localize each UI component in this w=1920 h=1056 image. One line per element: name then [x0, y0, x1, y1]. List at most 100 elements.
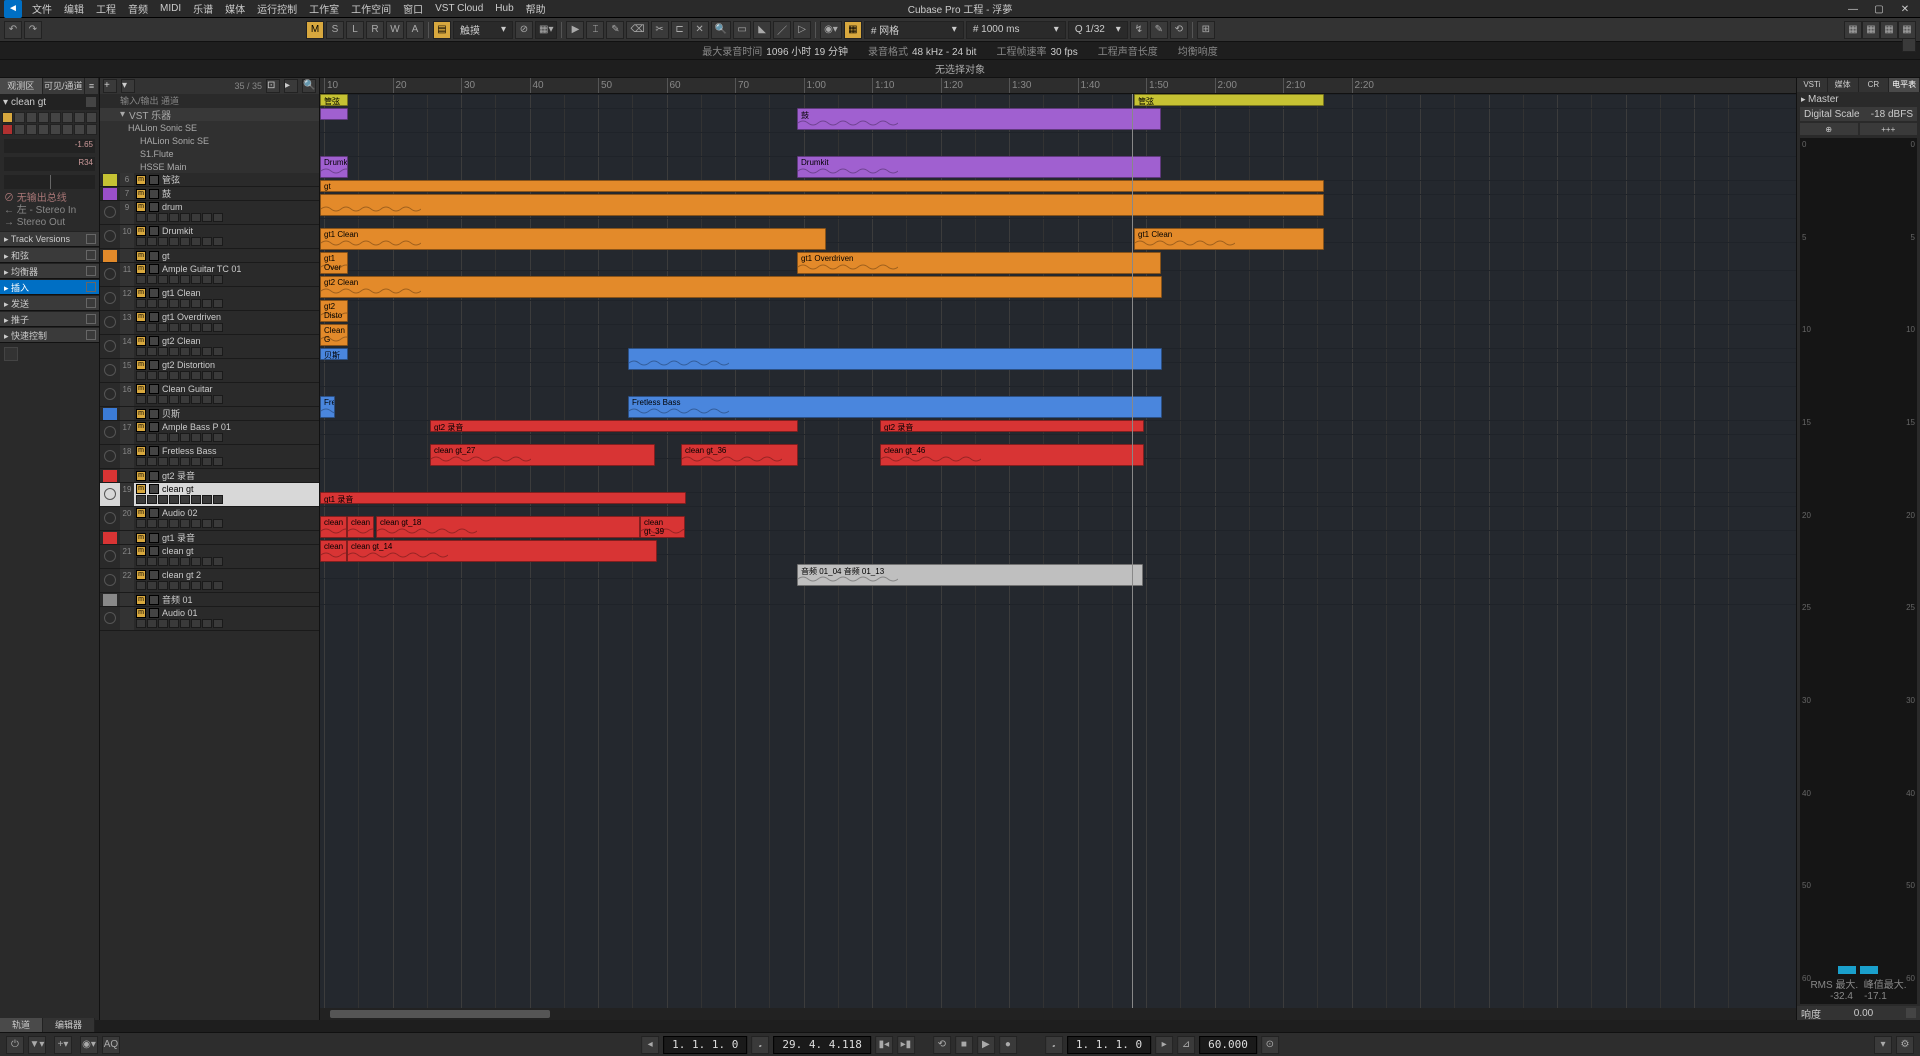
- mute-button[interactable]: M: [306, 21, 324, 39]
- metronome-button[interactable]: ⊞: [1197, 21, 1215, 39]
- inspector-section[interactable]: ▸ 快速控制: [0, 327, 99, 343]
- snap-type-select[interactable]: # 网格▾: [864, 21, 964, 39]
- color-tool[interactable]: ▦▾: [535, 21, 557, 39]
- suspend-button[interactable]: ▤: [433, 21, 451, 39]
- clip[interactable]: gt1 Overdriven: [797, 252, 1161, 274]
- find-track-button[interactable]: ⊡: [266, 79, 280, 93]
- tp-format-1[interactable]: 𝅘: [751, 1036, 769, 1054]
- tp-marker-add[interactable]: +▾: [54, 1036, 72, 1054]
- write-button[interactable]: W: [386, 21, 404, 39]
- comp-tool[interactable]: ▭: [733, 21, 751, 39]
- scale-select[interactable]: Digital Scale-18 dBFS: [1800, 107, 1917, 121]
- zoom-tool[interactable]: 🔍: [711, 21, 731, 39]
- track-row[interactable]: 13mgt1 Overdriven: [100, 311, 319, 335]
- vst-item[interactable]: S1.Flute: [100, 147, 319, 160]
- cycle-button[interactable]: ⟲: [933, 1036, 951, 1054]
- track-row[interactable]: 15mgt2 Distortion: [100, 359, 319, 383]
- settings-icon[interactable]: ⚙: [1896, 1036, 1914, 1054]
- horizontal-scrollbar[interactable]: [320, 1008, 1796, 1020]
- clip[interactable]: 管弦: [1134, 94, 1324, 106]
- track-row[interactable]: 7m鼓: [100, 187, 319, 201]
- power-icon[interactable]: ⏻: [6, 1036, 24, 1054]
- inspector-tab[interactable]: 观测区: [0, 78, 43, 94]
- stop-button[interactable]: ■: [955, 1036, 973, 1054]
- clip[interactable]: Drumkit: [797, 156, 1161, 178]
- play-tool[interactable]: ▷: [793, 21, 811, 39]
- zoom-out-icon[interactable]: ▾: [1874, 1036, 1892, 1054]
- add-track-button[interactable]: +: [103, 79, 117, 93]
- track-row[interactable]: 19mclean gt: [100, 483, 319, 507]
- inspector-section[interactable]: ▸ 推子: [0, 311, 99, 327]
- track-row[interactable]: 14mgt2 Clean: [100, 335, 319, 359]
- editor-tab[interactable]: 编辑器: [43, 1018, 95, 1032]
- layout-2-button[interactable]: ▦: [1862, 21, 1880, 39]
- menu-VST Cloud[interactable]: VST Cloud: [429, 3, 489, 14]
- track-row[interactable]: 11mAmple Guitar TC 01: [100, 263, 319, 287]
- clip[interactable]: gt1 Over: [320, 252, 348, 274]
- menu-帮助[interactable]: 帮助: [520, 1, 552, 16]
- vst-item[interactable]: HALion Sonic SE: [100, 121, 319, 134]
- track-row[interactable]: m音频 01: [100, 593, 319, 607]
- arrange-area[interactable]: 102030405060701:001:101:201:301:401:502:…: [320, 78, 1796, 1020]
- track-row[interactable]: mAudio 01: [100, 607, 319, 631]
- pan-slider[interactable]: R34: [4, 157, 95, 171]
- menu-工作空间[interactable]: 工作空间: [345, 1, 397, 16]
- automation-mode-select[interactable]: 触摸▾: [453, 21, 513, 39]
- menu-音频[interactable]: 音频: [122, 1, 154, 16]
- mute-tool[interactable]: ✕: [691, 21, 709, 39]
- track-row[interactable]: 6m管弦: [100, 173, 319, 187]
- minimize-button[interactable]: —: [1840, 0, 1866, 18]
- clip[interactable]: gt1 Clean: [320, 228, 826, 250]
- go-to-start[interactable]: ▮◂: [875, 1036, 893, 1054]
- meter-btn-2[interactable]: +++: [1860, 123, 1918, 135]
- tap-tempo[interactable]: ⊙: [1261, 1036, 1279, 1054]
- back-button[interactable]: ◄: [4, 0, 22, 18]
- nudge-button[interactable]: ◉▾: [820, 21, 842, 39]
- automation-button[interactable]: A: [406, 21, 424, 39]
- aq-button[interactable]: AQ: [102, 1036, 120, 1054]
- clip[interactable]: clean: [320, 516, 347, 538]
- track-row[interactable]: 18mFretless Bass: [100, 445, 319, 469]
- vst-folder[interactable]: VST 乐器: [129, 107, 171, 122]
- tracks-tab[interactable]: 轨道: [0, 1018, 43, 1032]
- layout-3-button[interactable]: ▦: [1880, 21, 1898, 39]
- vst-item[interactable]: HALion Sonic SE: [100, 134, 319, 147]
- inspector-section[interactable]: ▸ 和弦: [0, 247, 99, 263]
- primary-time-display[interactable]: 1. 1. 1. 0: [663, 1036, 747, 1054]
- record-button[interactable]: ●: [999, 1036, 1017, 1054]
- visibility-tab[interactable]: 可见/通道: [43, 78, 86, 94]
- meter-btn-1[interactable]: ⊕: [1800, 123, 1858, 135]
- delay-slider[interactable]: [4, 175, 95, 189]
- secondary-time-display[interactable]: 29. 4. 4.118: [773, 1036, 870, 1054]
- track-row[interactable]: 16mClean Guitar: [100, 383, 319, 407]
- track-row[interactable]: 21mclean gt: [100, 545, 319, 569]
- clip[interactable]: gt2 录音: [430, 420, 798, 432]
- snap-toggle[interactable]: ▦: [844, 21, 862, 39]
- menu-窗口[interactable]: 窗口: [397, 1, 429, 16]
- track-row[interactable]: mgt: [100, 249, 319, 263]
- track-menu-button[interactable]: ▾: [121, 79, 135, 93]
- track-row[interactable]: 10mDrumkit: [100, 225, 319, 249]
- clip[interactable]: Clean G: [320, 324, 348, 346]
- solo-button[interactable]: S: [326, 21, 344, 39]
- line-tool[interactable]: ／: [773, 21, 791, 39]
- tp-dropdown-1[interactable]: ▼▾: [28, 1036, 46, 1054]
- menu-工程[interactable]: 工程: [90, 1, 122, 16]
- clip[interactable]: clean: [320, 540, 347, 562]
- track-row[interactable]: 20mAudio 02: [100, 507, 319, 531]
- clip[interactable]: Fretless: [320, 396, 335, 418]
- tab-menu-icon[interactable]: ≡: [85, 78, 99, 94]
- read-button[interactable]: R: [366, 21, 384, 39]
- clip[interactable]: gt2 录音: [880, 420, 1144, 432]
- track-row[interactable]: mgt1 录音: [100, 531, 319, 545]
- range-tool[interactable]: ⌶: [586, 21, 604, 39]
- time-ruler[interactable]: 102030405060701:001:101:201:301:401:502:…: [320, 78, 1796, 94]
- clip[interactable]: clean gt_14: [347, 540, 657, 562]
- right-tab[interactable]: CR: [1859, 78, 1890, 92]
- inspector-section[interactable]: ▸ 均衡器: [0, 263, 99, 279]
- right-locator-display[interactable]: 1. 1. 1. 0: [1067, 1036, 1151, 1054]
- clip[interactable]: gt: [320, 180, 1324, 192]
- clip[interactable]: 鼓: [797, 108, 1161, 130]
- inspector-settings-icon[interactable]: [4, 347, 18, 361]
- playback-cursor[interactable]: [1132, 94, 1133, 1020]
